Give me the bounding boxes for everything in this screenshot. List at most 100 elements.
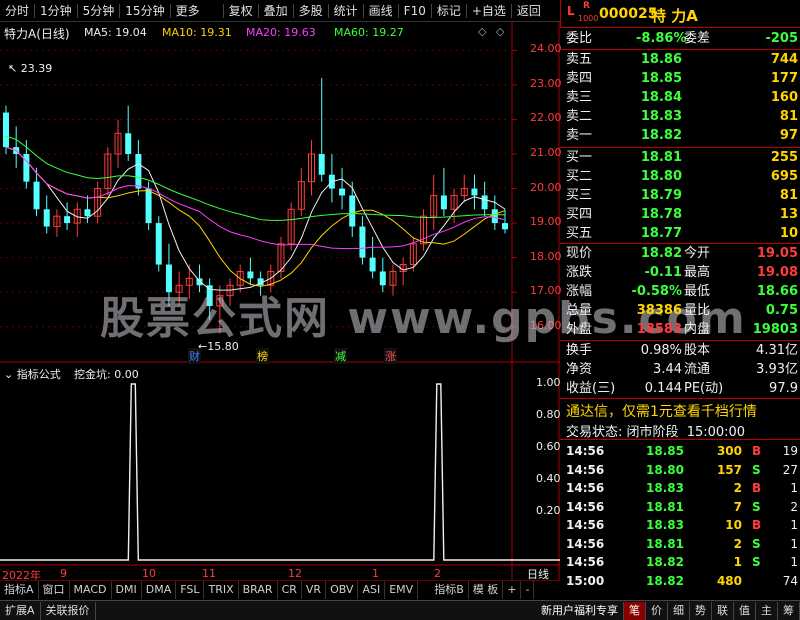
tab-zhu[interactable]: 主 [756,601,778,620]
tick-row[interactable]: 14:56 18.83 2 B 1 [566,479,798,497]
tick-price: 18.82 [646,555,684,569]
tab-template[interactable]: 模 板 [469,580,504,599]
tab-expand-a[interactable]: 扩展A [0,601,41,620]
ma60-line [5,135,506,221]
tab-asi[interactable]: ASI [358,580,386,599]
level-badge-r: R [583,1,590,11]
add-favorite-button[interactable]: +自选 [467,1,511,21]
sell-level-row[interactable]: 卖三 18.84 160 [566,89,798,107]
tab-fenshi[interactable]: 分时 [0,1,34,21]
high-marker: ↖ 23.39 [8,62,53,75]
draw-line-button[interactable]: 画线 [364,1,398,21]
buy-level-row[interactable]: 买一 18.81 255 [566,149,798,167]
tick-row[interactable]: 14:56 18.81 7 S 2 [566,498,798,516]
buy-level-row[interactable]: 买三 18.79 81 [566,187,798,205]
tab-jia[interactable]: 价 [646,601,668,620]
stat-label: 外盘 [566,322,593,337]
tick-price: 18.80 [646,462,684,477]
tick-row[interactable]: 14:56 18.81 2 S 1 [566,535,798,553]
back-button[interactable]: 返回 [512,1,546,21]
tab-macd[interactable]: MACD [70,580,112,599]
event-marker-bang[interactable]: 榜 [256,348,269,364]
stat-row: 净资 3.44 流通 3.93亿 [566,361,798,379]
tick-row[interactable]: 14:56 18.85 300 B 19 [566,442,798,460]
price-axis-tick: 20.00 [530,180,562,194]
tab-indicator-b[interactable]: 指标B [430,580,469,599]
stat-label: 今开 [684,246,711,261]
weibi-row: 委比 -8.86% 委差 -205 [566,30,798,48]
mark-button[interactable]: 标记 [432,1,466,21]
tab-window[interactable]: 窗口 [39,580,70,599]
promo-banner[interactable]: 通达信，仅需1元查看千档行情 [566,401,757,421]
buy-level-row[interactable]: 买二 18.80 695 [566,168,798,186]
overlay-button[interactable]: 叠加 [259,1,293,21]
tab-indicator-a[interactable]: 指标A [0,580,39,599]
tab-related-quote[interactable]: 关联报价 [41,601,96,620]
tick-row[interactable]: 14:56 18.80 157 S 27 [566,461,798,479]
candle-body-down [125,133,132,154]
tab-bi[interactable]: 笔 [624,601,646,620]
sell-level-row[interactable]: 卖五 18.86 744 [566,51,798,69]
trade-status-time: 15:00:00 [686,425,746,440]
sell-level-volume: 97 [779,128,798,143]
ma20-line [5,146,506,250]
tab-more[interactable]: 更多 [171,1,205,21]
tick-count: 1 [790,555,798,569]
buy-level-volume: 255 [770,150,798,165]
tick-count: 74 [782,573,798,588]
stat-value: 97.9 [769,381,798,396]
stock-name: 特 力A [651,7,698,25]
tab-cr[interactable]: CR [278,580,302,599]
stat-value: 0.75 [765,303,798,318]
tab-chou[interactable]: 筹 [778,601,800,620]
date-axis-label: 10 [142,567,156,580]
tab-emv[interactable]: EMV [385,580,419,599]
zoom-out-button[interactable]: - [521,580,535,599]
tab-obv[interactable]: OBV [326,580,359,599]
stat-value: 19.05 [756,246,798,261]
tick-row[interactable]: 15:00 18.82 480 74 [566,572,798,590]
event-marker-jian[interactable]: 减 [334,348,347,364]
tick-direction: S [752,536,761,551]
tab-fsl[interactable]: FSL [176,580,205,599]
tick-row[interactable]: 14:56 18.83 10 B 1 [566,516,798,534]
tab-lian[interactable]: 联 [712,601,734,620]
candle-body-down [84,209,91,217]
new-user-promo[interactable]: 新用户福利专享 [536,601,624,620]
buy-level-row[interactable]: 买五 18.77 10 [566,225,798,243]
candle-body-down [318,154,325,175]
tick-row[interactable]: 14:56 18.82 1 S 1 [566,553,798,571]
tab-dmi[interactable]: DMI [112,580,142,599]
sell-level-row[interactable]: 卖四 18.85 177 [566,70,798,88]
tab-xi[interactable]: 细 [668,601,690,620]
candle-body-down [33,181,40,210]
price-axis-tick: 18.00 [530,249,562,263]
stats-button[interactable]: 统计 [329,1,363,21]
date-axis-label: 2 [434,567,441,580]
tab-trix[interactable]: TRIX [204,580,239,599]
tab-1min[interactable]: 1分钟 [35,1,77,21]
multi-stock-button[interactable]: 多股 [294,1,328,21]
buy-level-row[interactable]: 买四 18.78 13 [566,206,798,224]
tab-brar[interactable]: BRAR [239,580,278,599]
event-marker-cai[interactable]: 财 [188,348,201,364]
tab-zhi[interactable]: 值 [734,601,756,620]
weicha-value: -205 [765,31,798,46]
tab-shi[interactable]: 势 [690,601,712,620]
tab-dma[interactable]: DMA [142,580,177,599]
tab-5min[interactable]: 5分钟 [78,1,120,21]
zoom-in-button[interactable]: + [503,580,522,599]
date-axis-label: 12 [288,567,302,580]
sell-level-row[interactable]: 卖一 18.82 97 [566,127,798,145]
candle-body-down [359,226,366,258]
indicator-axis-tick: 0.80 [536,408,561,421]
tab-vr[interactable]: VR [302,580,327,599]
f10-button[interactable]: F10 [399,1,431,21]
candle-body-down [349,195,356,227]
tab-15min[interactable]: 15分钟 [120,1,169,21]
buy-level-volume: 13 [779,207,798,222]
restore-rights-button[interactable]: 复权 [224,1,258,21]
event-marker-zhang[interactable]: 涨 [384,348,397,364]
sell-level-row[interactable]: 卖二 18.83 81 [566,108,798,126]
indicator-name[interactable]: ⌄ 指标公式 [4,366,61,382]
